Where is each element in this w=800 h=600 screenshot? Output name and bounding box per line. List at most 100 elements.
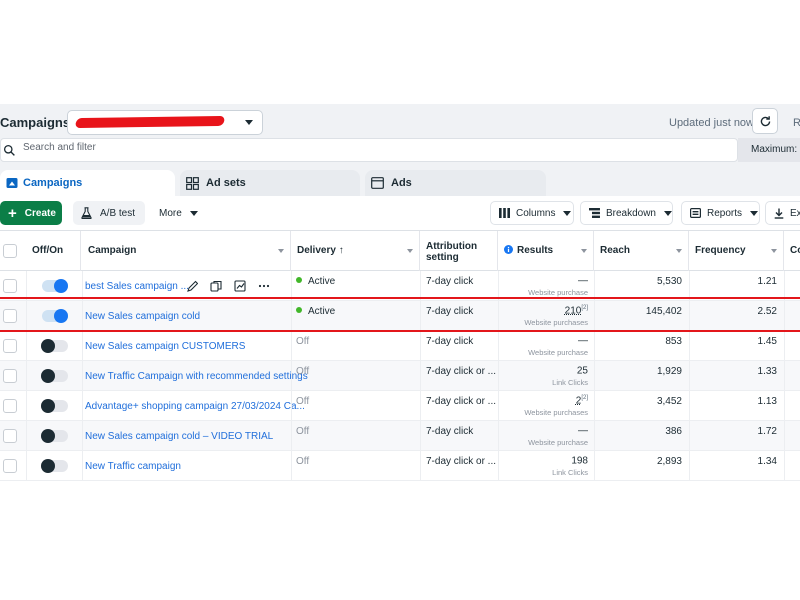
campaign-toggle[interactable]: [41, 429, 68, 443]
tab-ad-sets[interactable]: Ad sets: [180, 170, 360, 196]
row-checkbox[interactable]: [3, 399, 17, 413]
chevron-down-icon: [750, 210, 759, 216]
results-cell: — Website purchase: [498, 335, 592, 357]
chart-icon[interactable]: [234, 280, 246, 292]
attribution-setting: 7-day click or ...: [426, 396, 497, 407]
column-header-label: Reach: [600, 245, 631, 256]
result-type: Website purchase: [528, 438, 588, 448]
account-selector[interactable]: [67, 110, 263, 135]
breakdown-icon: [589, 208, 600, 218]
row-checkbox[interactable]: [3, 369, 17, 383]
delivery-text: Off: [296, 426, 310, 437]
row-checkbox[interactable]: [3, 339, 17, 353]
result-type: Website purchase: [528, 288, 588, 298]
more-dropdown[interactable]: More: [152, 201, 206, 225]
search-bar[interactable]: [0, 138, 738, 162]
attribution-setting: 7-day click or ...: [426, 366, 497, 377]
table-row[interactable]: New Sales campaign cold – VIDEO TRIAL Off…: [0, 421, 800, 451]
row-checkbox[interactable]: [3, 309, 17, 323]
search-input[interactable]: [23, 142, 623, 153]
column-header-off-on[interactable]: Off/On: [26, 231, 81, 271]
column-header-label: Delivery ↑: [297, 245, 344, 256]
table-row[interactable]: New Traffic campaign Off 7-day click or ..…: [0, 451, 800, 481]
row-checkbox[interactable]: [3, 459, 17, 473]
columns-dropdown[interactable]: Columns: [490, 201, 574, 225]
table-row[interactable]: New Sales campaign CUSTOMERS Off 7-day cli…: [0, 331, 800, 361]
results-cell: — Website purchase: [498, 425, 592, 447]
tab-campaigns[interactable]: Campaigns: [0, 170, 175, 196]
column-header-delivery[interactable]: Delivery ↑: [291, 231, 420, 271]
export-label: Ex: [790, 207, 800, 219]
row-actions: [186, 280, 270, 292]
tab-ads[interactable]: Ads: [365, 170, 546, 196]
row-checkbox[interactable]: [3, 279, 17, 293]
create-button[interactable]: + Create: [0, 201, 62, 225]
select-all-checkbox[interactable]: [3, 244, 17, 258]
campaign-toggle[interactable]: [41, 459, 68, 473]
reach-value: 5,530: [656, 276, 682, 287]
edit-icon[interactable]: [186, 280, 198, 292]
columns-icon: [499, 208, 510, 218]
results-cell: 198 Link Clicks: [498, 455, 592, 477]
campaign-name-link[interactable]: best Sales campaign ...: [85, 281, 189, 292]
campaign-name-link[interactable]: Advantage+ shopping campaign 27/03/2024 …: [85, 401, 305, 412]
column-header-campaign[interactable]: Campaign: [82, 231, 291, 271]
campaign-toggle[interactable]: [41, 339, 68, 353]
attribution-setting: 7-day click or ...: [426, 456, 497, 467]
column-header-label: Results: [517, 245, 554, 256]
delivery-text: Off: [296, 366, 310, 377]
results-cell: 2[2] Website purchases: [498, 395, 592, 417]
delivery-status: Off: [296, 396, 309, 407]
table-row[interactable]: New Sales campaign cold Active 7-day click…: [0, 301, 800, 331]
campaign-name-link[interactable]: New Sales campaign CUSTOMERS: [85, 341, 245, 352]
result-value: 210: [564, 305, 582, 317]
delivery-status: Off: [296, 456, 309, 467]
column-divider: [82, 271, 83, 480]
toggle-knob: [41, 339, 55, 353]
more-label: More: [159, 207, 182, 219]
info-icon: [504, 245, 513, 254]
duplicate-icon[interactable]: [210, 280, 222, 292]
reach-value: 1,929: [656, 366, 682, 377]
breakdown-dropdown[interactable]: Breakdown: [580, 201, 673, 225]
row-checkbox[interactable]: [3, 429, 17, 443]
result-value: —: [578, 425, 588, 437]
tab-label: Ads: [391, 177, 412, 189]
toggle-knob: [41, 459, 55, 473]
frequency-value: 1.45: [757, 336, 777, 347]
refresh-button[interactable]: [752, 108, 778, 134]
table-row[interactable]: New Traffic Campaign with recommended se…: [0, 361, 800, 391]
more-options-icon[interactable]: [258, 280, 270, 292]
campaign-toggle[interactable]: [41, 399, 68, 413]
create-label: Create: [24, 207, 56, 219]
campaign-name-link[interactable]: New Sales campaign cold – VIDEO TRIAL: [85, 431, 273, 442]
result-type: Website purchases: [524, 408, 588, 418]
reports-dropdown[interactable]: Reports: [681, 201, 760, 225]
result-type: Link Clicks: [552, 468, 588, 478]
campaign-toggle[interactable]: [42, 309, 68, 323]
column-header-results[interactable]: Results: [498, 231, 594, 271]
campaign-name-link[interactable]: New Traffic Campaign with recommended se…: [85, 371, 308, 382]
column-header-attribution[interactable]: Attribution setting: [420, 231, 498, 271]
sort-icon: [407, 249, 413, 253]
table-row[interactable]: Advantage+ shopping campaign 27/03/2024 …: [0, 391, 800, 421]
refresh-icon: [760, 116, 771, 127]
ab-test-button[interactable]: A/B test: [73, 201, 145, 225]
export-button[interactable]: Ex: [765, 201, 800, 225]
reach-value: 3,452: [656, 396, 682, 407]
delivery-status: Active: [296, 276, 335, 287]
chevron-down-icon: [245, 120, 253, 125]
campaign-toggle[interactable]: [42, 279, 68, 293]
column-header-cut[interactable]: Co: [784, 231, 800, 271]
results-cell: 25 Link Clicks: [498, 365, 592, 387]
column-header-reach[interactable]: Reach: [594, 231, 689, 271]
frequency-value: 1.72: [757, 426, 777, 437]
campaign-toggle[interactable]: [41, 369, 68, 383]
updated-status: Updated just now: [669, 117, 754, 129]
column-divider: [689, 271, 690, 480]
result-value: —: [578, 275, 588, 287]
column-header-frequency[interactable]: Frequency: [689, 231, 784, 271]
tab-label: Ad sets: [206, 177, 246, 189]
campaign-name-link[interactable]: New Sales campaign cold: [85, 311, 200, 322]
campaign-name-link[interactable]: New Traffic campaign: [85, 461, 181, 472]
